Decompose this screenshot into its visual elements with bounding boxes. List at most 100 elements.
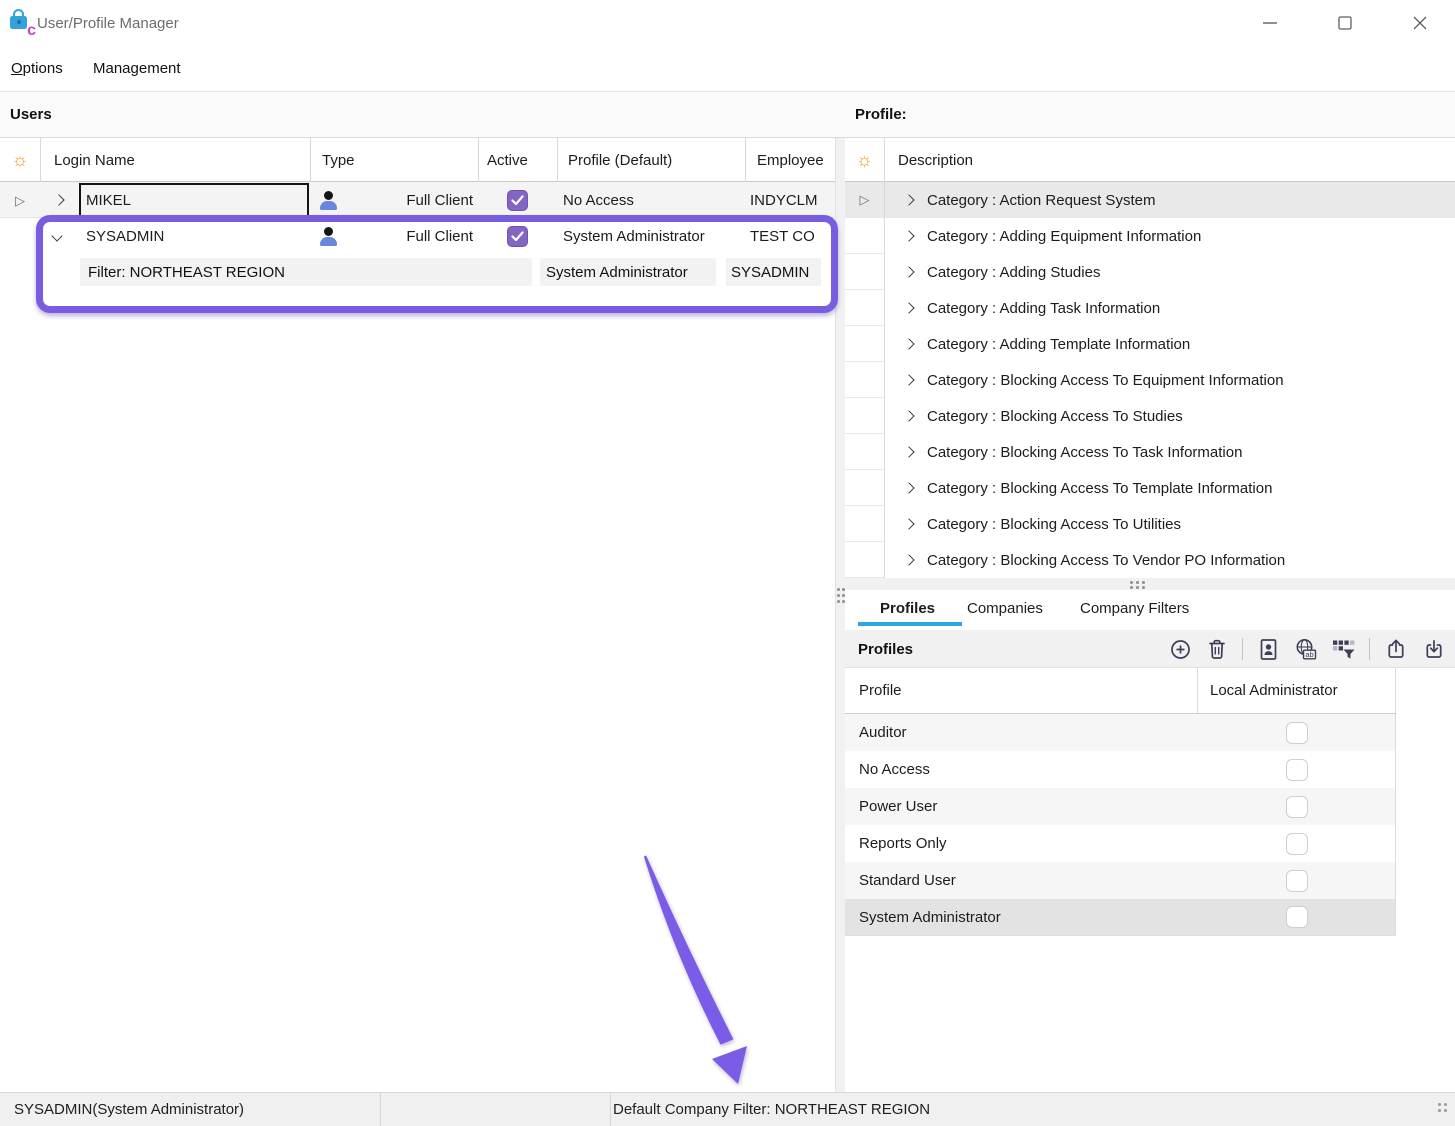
menu-options[interactable]: Options xyxy=(11,46,63,91)
resize-grip-icon[interactable] xyxy=(1438,1103,1441,1106)
table-row[interactable]: Power User xyxy=(845,788,1396,825)
profile-name-cell[interactable]: No Access xyxy=(845,751,1198,788)
active-checkbox[interactable] xyxy=(507,218,528,254)
local-admin-checkbox[interactable] xyxy=(1286,906,1308,928)
horizontal-splitter-grip-icon[interactable] xyxy=(1130,581,1133,584)
table-row[interactable]: ▷ MIKEL Full Client No Access INDYCLM xyxy=(0,182,835,218)
expand-chevron-icon[interactable] xyxy=(903,374,914,385)
import-icon[interactable] xyxy=(1422,637,1446,661)
column-header-profile[interactable]: Profile xyxy=(845,668,1198,713)
column-header-profile-default[interactable]: Profile (Default) xyxy=(568,138,672,182)
row-selector-marker: ▷ xyxy=(845,182,885,218)
local-admin-checkbox[interactable] xyxy=(1286,833,1308,855)
company-filter-cell[interactable]: Filter: NORTHEAST REGION xyxy=(80,258,532,286)
type-cell[interactable]: Full Client xyxy=(310,218,473,254)
bottom-tab-strip: Profiles Companies Company Filters xyxy=(845,590,1455,630)
export-icon[interactable] xyxy=(1384,637,1408,661)
column-header-local-administrator[interactable]: Local Administrator xyxy=(1198,668,1396,713)
expand-chevron-icon[interactable] xyxy=(903,482,914,493)
delete-profile-icon[interactable] xyxy=(1206,638,1228,661)
expand-chevron-icon[interactable] xyxy=(903,446,914,457)
contact-card-icon[interactable] xyxy=(1257,638,1280,661)
row-selector-marker: ▷ xyxy=(845,326,885,362)
login-name-cell[interactable]: MIKEL xyxy=(86,182,131,218)
list-item[interactable]: ▷ Category : Blocking Access To Utilitie… xyxy=(845,506,1455,542)
column-header-description[interactable]: Description xyxy=(898,138,973,182)
table-row[interactable]: Auditor xyxy=(845,714,1396,751)
row-selector-marker: ▷ xyxy=(845,218,885,254)
list-item[interactable]: ▷ Category : Blocking Access To Template… xyxy=(845,470,1455,506)
grid-options-icon[interactable]: ☼ xyxy=(0,138,40,182)
employee-cell[interactable]: TEST CO xyxy=(750,218,815,254)
expand-chevron-icon[interactable] xyxy=(903,302,914,313)
app-lock-icon: c xyxy=(9,9,33,35)
table-row[interactable]: System Administrator xyxy=(845,899,1396,936)
profile-name-cell[interactable]: Power User xyxy=(845,788,1198,825)
list-item[interactable]: ▷ Category : Adding Equipment Informatio… xyxy=(845,218,1455,254)
detail-login-cell[interactable]: SYSADMIN xyxy=(726,258,821,286)
expand-chevron-icon[interactable] xyxy=(55,182,63,218)
category-label: Category : Action Request System xyxy=(927,192,1155,209)
add-profile-icon[interactable] xyxy=(1169,638,1192,661)
active-checkbox[interactable] xyxy=(507,182,528,218)
menu-management[interactable]: Management xyxy=(93,46,181,91)
expand-chevron-icon[interactable] xyxy=(903,554,914,565)
table-row[interactable]: Reports Only xyxy=(845,825,1396,862)
table-row[interactable]: No Access xyxy=(845,751,1396,788)
local-admin-cell xyxy=(1198,788,1396,825)
list-item[interactable]: ▷ Category : Adding Task Information xyxy=(845,290,1455,326)
tab-profiles[interactable]: Profiles xyxy=(880,590,935,626)
list-item[interactable]: ▷ Category : Blocking Access To Equipmen… xyxy=(845,362,1455,398)
expand-chevron-icon[interactable] xyxy=(903,266,914,277)
expand-chevron-icon[interactable] xyxy=(903,410,914,421)
vertical-splitter[interactable] xyxy=(835,138,845,1092)
minimize-button[interactable] xyxy=(1247,0,1293,46)
list-item[interactable]: ▷ Category : Blocking Access To Studies xyxy=(845,398,1455,434)
expand-chevron-icon[interactable] xyxy=(903,194,914,205)
horizontal-splitter[interactable] xyxy=(845,578,1455,590)
profile-name-cell[interactable]: System Administrator xyxy=(845,899,1198,935)
type-cell[interactable]: Full Client xyxy=(310,182,473,218)
profile-default-cell[interactable]: System Administrator xyxy=(563,218,705,254)
grid-options-icon[interactable]: ☼ xyxy=(845,138,885,182)
login-name-cell[interactable]: SYSADMIN xyxy=(86,218,164,254)
tab-company-filters[interactable]: Company Filters xyxy=(1080,590,1189,626)
local-admin-cell xyxy=(1198,862,1396,899)
list-item[interactable]: ▷ Category : Adding Studies xyxy=(845,254,1455,290)
employee-cell[interactable]: INDYCLM xyxy=(750,182,818,218)
close-button[interactable] xyxy=(1397,0,1443,46)
table-row[interactable]: SYSADMIN Full Client System Administrato… xyxy=(0,218,835,254)
maximize-button[interactable] xyxy=(1322,0,1368,46)
users-grid: ☼ Login Name Type Active Profile (Defaul… xyxy=(0,138,835,1092)
globe-rename-icon[interactable]: ab xyxy=(1294,638,1317,661)
profile-default-cell[interactable]: No Access xyxy=(563,182,634,218)
grid-filter-icon[interactable] xyxy=(1331,638,1355,661)
category-label: Category : Adding Studies xyxy=(927,264,1100,281)
list-item[interactable]: ▷ Category : Blocking Access To Vendor P… xyxy=(845,542,1455,578)
local-admin-checkbox[interactable] xyxy=(1286,870,1308,892)
tab-companies[interactable]: Companies xyxy=(967,590,1043,626)
profiles-table-header: Profile Local Administrator xyxy=(845,668,1396,714)
detail-profile-cell[interactable]: System Administrator xyxy=(540,258,716,286)
column-header-type[interactable]: Type xyxy=(322,138,355,182)
vertical-splitter-grip-icon[interactable] xyxy=(837,588,840,591)
list-item[interactable]: ▷ Category : Action Request System xyxy=(845,182,1455,218)
list-item[interactable]: ▷ Category : Adding Template Information xyxy=(845,326,1455,362)
local-admin-checkbox[interactable] xyxy=(1286,759,1308,781)
table-row[interactable]: Standard User xyxy=(845,862,1396,899)
profile-name-cell[interactable]: Standard User xyxy=(845,862,1198,899)
menu-bar: Options Management xyxy=(0,46,1455,92)
profile-name-cell[interactable]: Auditor xyxy=(845,714,1198,751)
local-admin-checkbox[interactable] xyxy=(1286,722,1308,744)
list-item[interactable]: ▷ Category : Blocking Access To Task Inf… xyxy=(845,434,1455,470)
toolbar-separator xyxy=(1242,638,1243,660)
column-header-employee[interactable]: Employee xyxy=(757,138,824,182)
expand-chevron-icon[interactable] xyxy=(903,518,914,529)
local-admin-checkbox[interactable] xyxy=(1286,796,1308,818)
profile-name-cell[interactable]: Reports Only xyxy=(845,825,1198,862)
expand-chevron-icon[interactable] xyxy=(903,230,914,241)
column-header-active[interactable]: Active xyxy=(487,138,528,182)
column-header-login-name[interactable]: Login Name xyxy=(54,138,135,182)
expand-chevron-icon[interactable] xyxy=(903,338,914,349)
collapse-chevron-icon[interactable] xyxy=(53,218,61,254)
